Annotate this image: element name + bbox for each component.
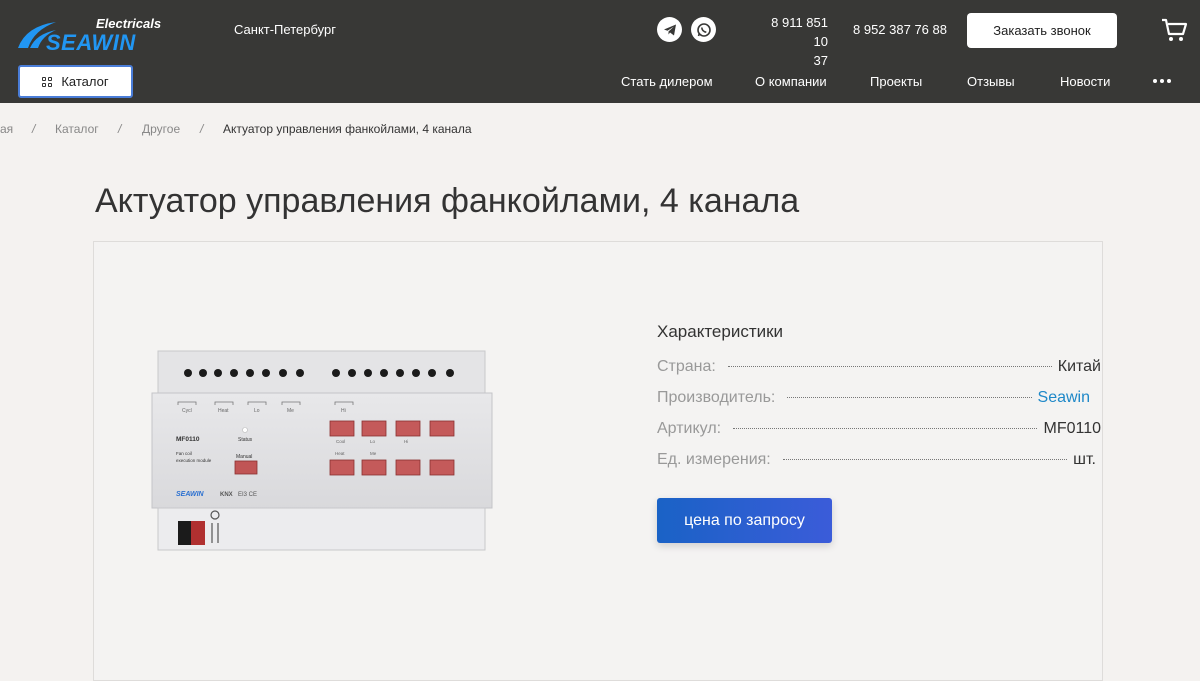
phone-link-2[interactable]: 8 952 387 76 88 <box>853 22 947 37</box>
device-brand: SEAWIN <box>176 491 205 498</box>
spec-key: Страна: <box>657 358 716 375</box>
site-header: Electricals SEAWIN Санкт-Петербург 8 911… <box>0 0 1200 103</box>
cart-icon[interactable] <box>1160 17 1188 43</box>
nav-item-news[interactable]: Новости <box>1060 74 1110 89</box>
grid-icon <box>42 76 53 87</box>
spec-value: MF0110 <box>1043 420 1101 437</box>
seawin-logo[interactable]: Electricals SEAWIN <box>16 14 166 55</box>
device-label-hi: Hi <box>341 408 346 414</box>
device-desc-1: Fan coil <box>176 451 192 456</box>
device-label-hi-2: Hi <box>404 439 408 444</box>
product-image[interactable]: Cycl Heat Lo Me Hi MF0110 Status Manual … <box>150 345 495 555</box>
spec-key: Артикул: <box>657 420 722 437</box>
device-model: MF0110 <box>176 436 200 443</box>
spec-value: Китай <box>1057 358 1101 375</box>
phone-1-line-1: 8 911 851 10 <box>771 15 828 49</box>
device-label-cycl: Cycl <box>182 408 192 414</box>
spec-row-unit: Ед. измерения: шт. <box>657 451 1096 471</box>
device-knx: KNX <box>220 492 233 498</box>
spec-row-country: Страна: Китай <box>657 358 1101 378</box>
spec-dots <box>787 397 1032 398</box>
logo-title: SEAWIN <box>46 30 136 55</box>
callback-button[interactable]: Заказать звонок <box>967 13 1117 48</box>
spec-row-article: Артикул: MF0110 <box>657 420 1101 440</box>
breadcrumb-separator: / <box>32 122 36 136</box>
spec-key: Ед. измерения: <box>657 451 771 468</box>
phone-1-line-2: 37 <box>813 53 828 68</box>
nav-item-about[interactable]: О компании <box>755 74 827 89</box>
spec-value: шт. <box>1073 451 1096 468</box>
device-label-cool: Cool <box>336 439 345 444</box>
nav-item-projects[interactable]: Проекты <box>870 74 922 89</box>
spec-row-manufacturer: Производитель: Seawin <box>657 389 1090 409</box>
device-label-heat: Heat <box>218 408 229 414</box>
manufacturer-link[interactable]: Seawin <box>1038 389 1090 407</box>
specs-title: Характеристики <box>657 322 784 341</box>
spec-key: Производитель: <box>657 389 776 406</box>
spec-dots <box>782 459 1068 460</box>
spec-dots <box>727 366 1052 367</box>
device-marks: EI3 CE <box>238 492 257 498</box>
device-label-lo-2: Lo <box>370 439 376 444</box>
breadcrumb-other[interactable]: Другое <box>142 122 180 136</box>
breadcrumb-catalog[interactable]: Каталог <box>55 122 99 136</box>
breadcrumb-home[interactable]: ая <box>0 122 13 136</box>
nav-item-reviews[interactable]: Отзывы <box>967 74 1015 89</box>
device-label-lo: Lo <box>254 408 260 414</box>
breadcrumb-current: Актуатор управления фанкойлами, 4 канала <box>223 122 472 136</box>
phone-link-1[interactable]: 8 911 851 10 37 <box>754 13 828 70</box>
more-icon[interactable] <box>1153 79 1171 83</box>
breadcrumb-separator: / <box>118 122 122 136</box>
breadcrumb-separator: / <box>200 122 204 136</box>
nav-item-dealer[interactable]: Стать дилером <box>621 74 713 89</box>
city-selector[interactable]: Санкт-Петербург <box>234 22 336 37</box>
device-label-heat-2: Heat <box>335 451 345 456</box>
catalog-button[interactable]: Каталог <box>18 65 133 98</box>
device-label-me-2: Me <box>370 451 377 456</box>
logo-subtitle: Electricals <box>96 16 162 31</box>
page-title: Актуатор управления фанкойлами, 4 канала <box>95 182 800 220</box>
device-label-me: Me <box>287 408 294 414</box>
device-status-label: Status <box>238 437 253 443</box>
whatsapp-icon[interactable] <box>691 17 716 42</box>
spec-dots <box>733 428 1038 429</box>
device-manual-label: Manual <box>236 454 252 460</box>
catalog-button-label: Каталог <box>61 74 109 89</box>
device-desc-2: execution module <box>176 458 212 463</box>
price-request-button[interactable]: цена по запросу <box>657 498 832 543</box>
telegram-icon[interactable] <box>657 17 682 42</box>
